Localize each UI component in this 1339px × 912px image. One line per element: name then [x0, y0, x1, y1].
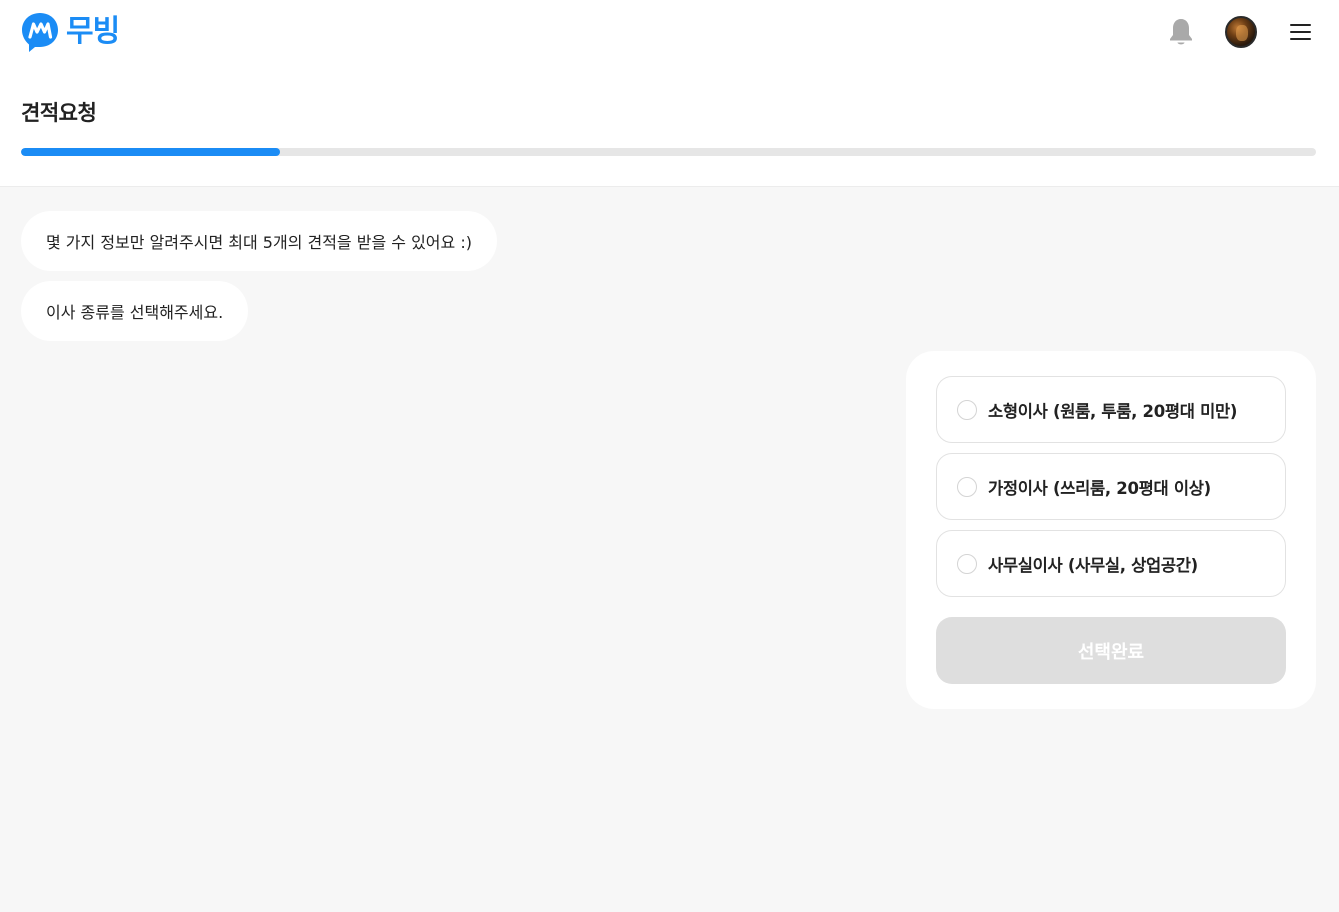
logo-icon [22, 13, 58, 52]
user-avatar[interactable] [1225, 16, 1257, 48]
move-type-selection-panel: 소형이사 (원룸, 투룸, 20평대 미만) 가정이사 (쓰리룸, 20평대 이… [906, 351, 1316, 709]
option-office-move[interactable]: 사무실이사 (사무실, 상업공간) [936, 530, 1286, 597]
chat-message-question: 이사 종류를 선택해주세요. [21, 281, 249, 341]
option-home-move[interactable]: 가정이사 (쓰리룸, 20평대 이상) [936, 453, 1286, 520]
radio-button[interactable] [957, 553, 977, 574]
page-title: 견적요청 [21, 101, 97, 125]
option-label: 가정이사 (쓰리룸, 20평대 이상) [988, 478, 1211, 498]
logo-text: 무빙 [66, 14, 120, 49]
progress-bar [21, 148, 1316, 156]
hamburger-menu-icon[interactable] [1290, 22, 1312, 42]
bell-icon[interactable] [1168, 17, 1194, 47]
radio-button[interactable] [957, 399, 977, 420]
option-label: 소형이사 (원룸, 투룸, 20평대 미만) [988, 401, 1238, 421]
progress-bar-fill [21, 148, 280, 156]
submit-button[interactable]: 선택완료 [936, 617, 1286, 684]
chat-message-intro: 몇 가지 정보만 알려주시면 최대 5개의 견적을 받을 수 있어요 :) [21, 211, 497, 271]
option-small-move[interactable]: 소형이사 (원룸, 투룸, 20평대 미만) [936, 376, 1286, 443]
option-label: 사무실이사 (사무실, 상업공간) [988, 555, 1198, 575]
top-header: 무빙 견적요청 [0, 0, 1339, 187]
logo[interactable]: 무빙 [21, 11, 120, 53]
radio-button[interactable] [957, 476, 977, 497]
